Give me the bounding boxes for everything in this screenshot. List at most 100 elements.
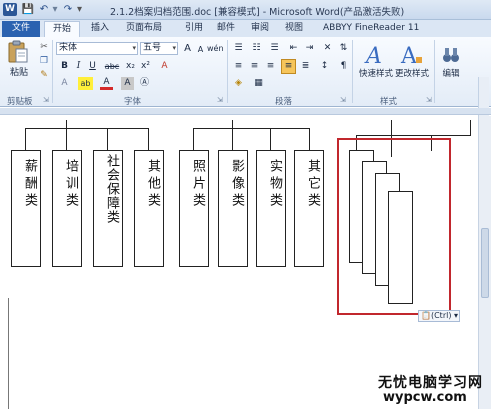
character-shading-button[interactable]: A [121, 77, 134, 90]
connector-line [107, 128, 108, 150]
category-label: 影像类 [229, 159, 244, 210]
subscript-button[interactable]: x₂ [124, 60, 137, 73]
highlight-button[interactable]: ab [78, 77, 93, 90]
justify-icon[interactable]: ≡ [281, 59, 296, 74]
change-styles-icon[interactable]: A [400, 43, 424, 67]
quick-styles-icon[interactable]: A [364, 43, 388, 67]
category-box[interactable]: 培训类 [52, 150, 82, 267]
grow-font-button[interactable]: A [181, 42, 194, 55]
category-label: 照片类 [190, 159, 205, 210]
undo-dropdown-icon[interactable]: ▾ [51, 3, 59, 16]
chevron-down-icon: ▾ [172, 44, 176, 52]
category-box[interactable]: 影像类 [218, 150, 248, 267]
shrink-font-button[interactable]: A [194, 43, 207, 56]
group-divider [352, 40, 353, 103]
pasted-box[interactable] [388, 191, 413, 304]
styles-launcher-icon[interactable]: ⇲ [426, 96, 432, 104]
superscript-button[interactable]: x² [139, 60, 152, 73]
paragraph-launcher-icon[interactable]: ⇲ [340, 96, 346, 104]
multilevel-list-icon[interactable]: ☰ [268, 42, 281, 55]
font-name-select[interactable]: 宋体 ▾ [56, 42, 138, 55]
tab-insert[interactable]: 插入 [84, 21, 116, 37]
connector-line [356, 135, 471, 136]
title-bar: W 💾 ↶ ▾ ↷ ▾ 2.1.2档案归档范围.doc [兼容模式] - Mic… [0, 0, 491, 20]
svg-text:A: A [364, 44, 382, 67]
quick-styles-button[interactable]: 快速样式 [358, 68, 394, 81]
tab-references[interactable]: 引用 [178, 21, 210, 37]
category-box[interactable]: 实物类 [256, 150, 286, 267]
paste-button[interactable]: 粘贴 [8, 67, 30, 80]
align-right-icon[interactable]: ≡ [264, 60, 277, 73]
italic-button[interactable]: I [72, 60, 85, 73]
editing-button[interactable]: 编辑 [440, 68, 462, 81]
clear-formatting-button[interactable]: A [158, 60, 171, 73]
cut-icon[interactable]: ✂ [38, 41, 50, 54]
watermark-url: wypcw.com [383, 390, 467, 405]
font-color-button[interactable]: A [100, 77, 113, 90]
tab-page-layout[interactable]: 页面布局 [119, 21, 169, 37]
watermark-site-name: 无忧电脑学习网 [378, 375, 483, 391]
chinese-layout-icon[interactable]: ✕ [321, 42, 334, 55]
tab-home[interactable]: 开始 [44, 21, 80, 37]
connector-line [25, 128, 26, 150]
category-label: 培训类 [63, 159, 78, 210]
bullets-icon[interactable]: ☰ [232, 42, 245, 55]
line-spacing-icon[interactable]: ↕ [318, 60, 331, 73]
phonetic-guide-button[interactable]: wén [207, 42, 224, 55]
distributed-icon[interactable]: ≣ [299, 60, 312, 73]
font-group-label: 字体 [124, 97, 142, 107]
format-painter-icon[interactable]: ✎ [38, 69, 50, 82]
vertical-scrollbar[interactable] [478, 116, 491, 409]
save-icon[interactable]: 💾 [21, 3, 35, 16]
connector-line [193, 128, 310, 129]
redo-icon[interactable]: ↷ [61, 3, 75, 16]
tab-mailings[interactable]: 邮件 [210, 21, 242, 37]
shading-icon[interactable]: ◈ [232, 77, 245, 90]
group-divider [434, 40, 435, 103]
tab-file[interactable]: 文件 [2, 21, 40, 37]
styles-group-label: 样式 [380, 97, 398, 107]
borders-icon[interactable]: ▦ [252, 77, 265, 90]
undo-icon[interactable]: ↶ [37, 3, 51, 16]
group-divider [52, 40, 53, 103]
font-size-value: 五号 [143, 43, 162, 53]
chevron-down-icon: ▾ [451, 311, 459, 320]
scrollbar-thumb[interactable] [481, 228, 489, 298]
underline-button[interactable]: U [86, 60, 99, 73]
category-box[interactable]: 其他类 [134, 150, 164, 267]
text-effects-button[interactable]: A [58, 77, 71, 90]
category-box[interactable]: 社会保障类 [93, 150, 123, 267]
bold-button[interactable]: B [58, 60, 71, 73]
strikethrough-button[interactable]: abc [103, 60, 121, 73]
numbering-icon[interactable]: ☷ [250, 42, 263, 55]
clipboard-icon: 📋 [421, 311, 431, 320]
category-box[interactable]: 薪酬类 [11, 150, 41, 267]
font-launcher-icon[interactable]: ⇲ [217, 96, 223, 104]
connector-line [148, 128, 149, 150]
customize-toolbar-icon[interactable]: ▾ [75, 3, 84, 16]
change-styles-button[interactable]: 更改样式 [394, 68, 430, 81]
character-border-button[interactable]: Ⓐ [138, 77, 151, 90]
category-box[interactable]: 照片类 [179, 150, 209, 267]
tab-abbyy[interactable]: ABBYY FineReader 11 [316, 21, 426, 37]
tab-review[interactable]: 审阅 [244, 21, 276, 37]
decrease-indent-icon[interactable]: ⇤ [287, 42, 300, 55]
align-left-icon[interactable]: ≡ [232, 60, 245, 73]
sort-icon[interactable]: ⇅ [337, 42, 350, 55]
tab-view[interactable]: 视图 [278, 21, 310, 37]
page-margin-marker [0, 298, 9, 409]
paste-icon[interactable] [7, 40, 29, 64]
copy-icon[interactable]: ❐ [38, 55, 50, 68]
connector-line [470, 120, 471, 136]
find-binoculars-icon[interactable] [441, 43, 461, 67]
show-marks-icon[interactable]: ¶ [337, 60, 350, 73]
font-size-select[interactable]: 五号 ▾ [140, 42, 178, 55]
connector-line [391, 120, 392, 135]
align-center-icon[interactable]: ≡ [248, 60, 261, 73]
clipboard-group-label: 剪贴板 [7, 97, 33, 107]
increase-indent-icon[interactable]: ⇥ [303, 42, 316, 55]
category-box[interactable]: 其它类 [294, 150, 324, 267]
svg-text:A: A [400, 44, 418, 67]
paste-options-button[interactable]: 📋(Ctrl) ▾ [418, 310, 460, 322]
clipboard-launcher-icon[interactable]: ⇲ [43, 96, 49, 104]
